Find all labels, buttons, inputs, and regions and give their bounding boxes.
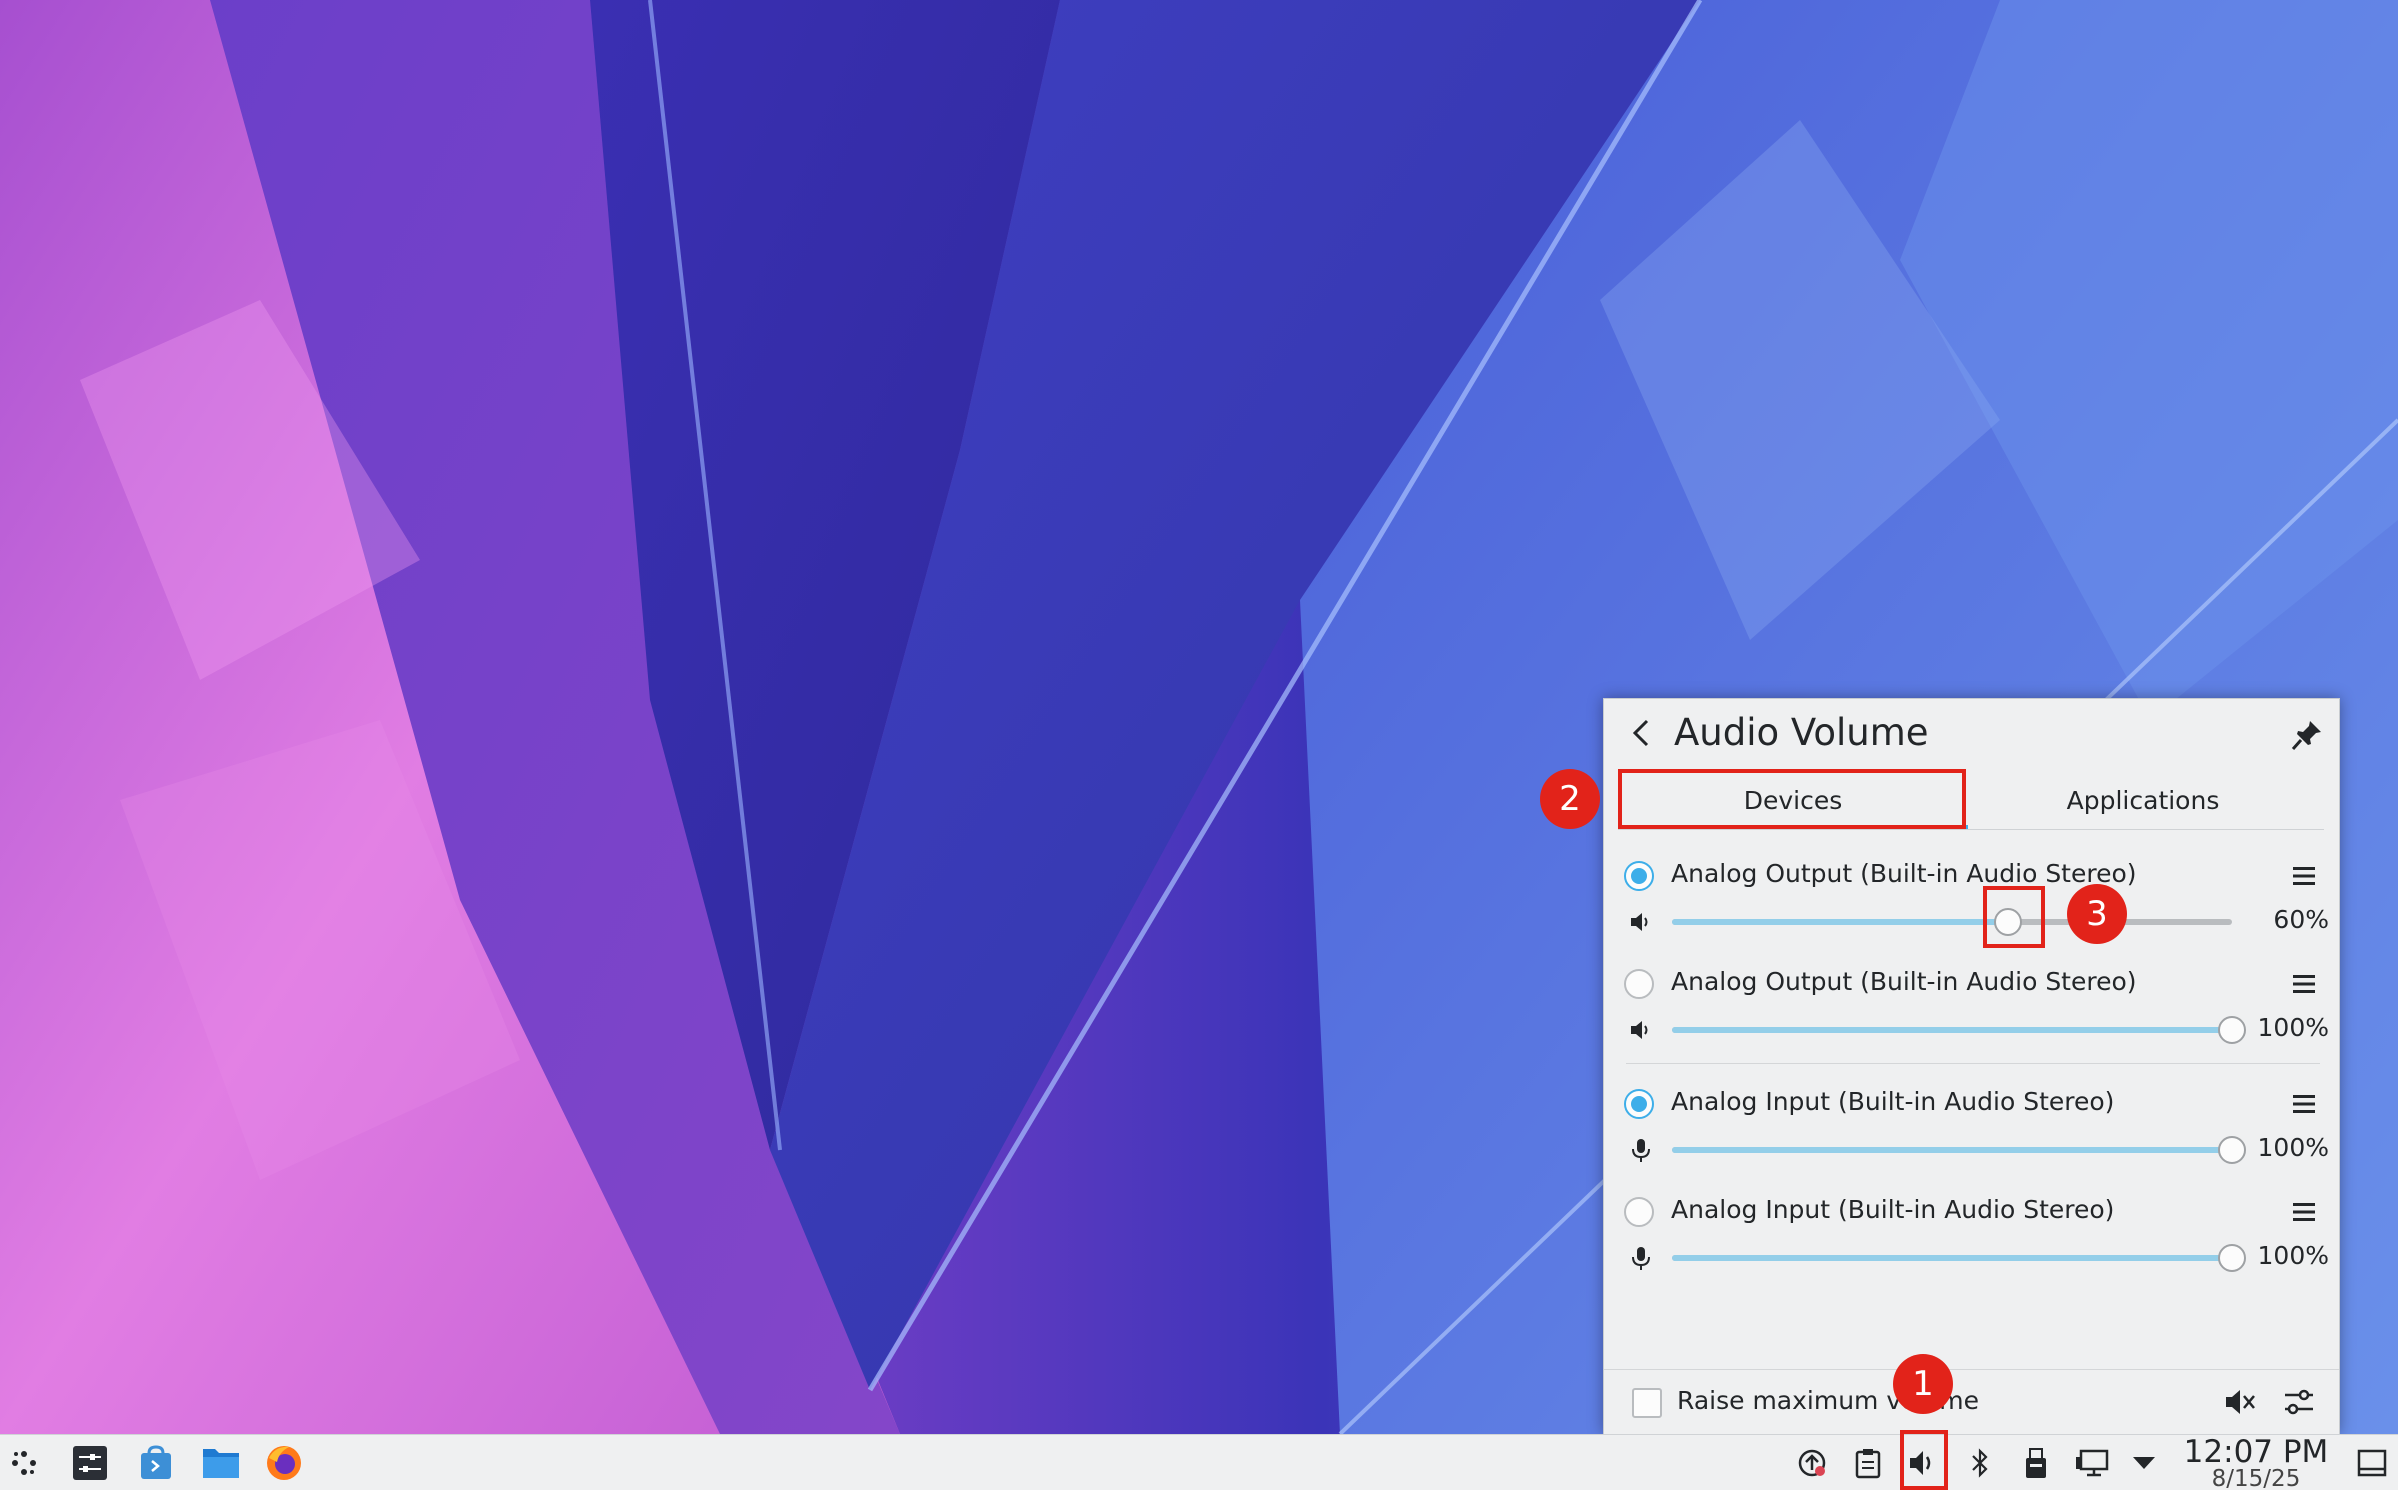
popup-header: Audio Volume [1604, 699, 2339, 769]
mute-all-button[interactable] [2219, 1382, 2259, 1422]
bluetooth-tray-button[interactable] [1962, 1445, 1998, 1481]
firefox-icon [267, 1446, 301, 1480]
annotation-box-devices-tab [1618, 769, 1966, 829]
slider-handle[interactable] [2218, 1244, 2246, 1272]
bluetooth-icon [1972, 1448, 1988, 1478]
slider-handle[interactable] [2218, 1136, 2246, 1164]
tab-divider [1618, 829, 2324, 830]
device-label: Analog Output (Built-in Audio Stereo) [1671, 967, 2137, 996]
expand-tray-button[interactable] [2126, 1445, 2162, 1481]
pin-icon [2291, 721, 2321, 750]
sliders-settings-icon [2285, 1389, 2313, 1415]
default-device-radio[interactable] [1624, 1197, 1654, 1227]
annotation-badge: 2 [1540, 769, 1600, 829]
pin-button[interactable] [2287, 715, 2327, 755]
popup-footer: Raise maximum volume [1604, 1369, 2339, 1435]
default-device-radio[interactable] [1624, 861, 1654, 891]
device-label: Analog Input (Built-in Audio Stereo) [1671, 1087, 2115, 1116]
network-icon [2076, 1449, 2109, 1477]
file-manager-launcher[interactable] [201, 1443, 241, 1483]
popup-title: Audio Volume [1674, 711, 1929, 754]
default-device-radio[interactable] [1624, 1089, 1654, 1119]
device-row: Analog Input (Built-in Audio Stereo) 100… [1604, 1183, 2341, 1291]
speaker-icon [1631, 913, 1648, 931]
device-menu-button[interactable] [2287, 859, 2321, 893]
device-row: Analog Output (Built-in Audio Stereo) 10… [1604, 955, 2341, 1063]
slider-fill [1672, 1147, 2232, 1153]
slider-fill [1672, 1255, 2232, 1261]
updates-icon [1798, 1449, 1826, 1477]
volume-slider[interactable] [1672, 1243, 2246, 1273]
volume-percentage: 100% [2257, 1133, 2329, 1162]
back-button[interactable] [1624, 715, 1660, 751]
annotation-badge: 1 [1893, 1354, 1953, 1414]
updates-tray-button[interactable] [1794, 1445, 1830, 1481]
tab-applications[interactable]: Applications [1968, 771, 2318, 829]
removable-device-icon [2026, 1448, 2046, 1478]
microphone-icon [1632, 1247, 1650, 1270]
annotation-box-slider-handle [1983, 886, 2045, 948]
audio-settings-button[interactable] [2279, 1382, 2319, 1422]
annotation-box-volume-tray [1900, 1430, 1948, 1490]
network-tray-button[interactable] [2074, 1445, 2110, 1481]
hamburger-menu-icon [2293, 867, 2315, 885]
digital-clock[interactable]: 12:07 PM 8/15/25 [2176, 1435, 2336, 1490]
slider-fill [1672, 1027, 2232, 1033]
device-menu-button[interactable] [2287, 1195, 2321, 1229]
slider-handle[interactable] [2218, 1016, 2246, 1044]
mute-toggle-button[interactable] [1626, 907, 1656, 937]
discover-launcher[interactable] [136, 1443, 176, 1483]
taskbar-panel: 12:07 PM 8/15/25 [0, 1434, 2398, 1490]
removable-devices-tray-button[interactable] [2018, 1445, 2054, 1481]
default-device-radio[interactable] [1624, 969, 1654, 999]
volume-slider[interactable] [1672, 1015, 2246, 1045]
slider-fill [1672, 919, 2008, 925]
speaker-muted-icon [2226, 1390, 2255, 1414]
hamburger-menu-icon [2293, 1203, 2315, 1221]
section-separator [1626, 1063, 2320, 1064]
system-settings-launcher[interactable] [70, 1443, 110, 1483]
device-row: Analog Output (Built-in Audio Stereo) 60… [1604, 847, 2341, 955]
discover-icon [141, 1445, 171, 1479]
volume-percentage: 100% [2257, 1013, 2329, 1042]
hamburger-menu-icon [2293, 975, 2315, 993]
clipboard-tray-button[interactable] [1850, 1445, 1886, 1481]
mute-toggle-button[interactable] [1626, 1243, 1656, 1273]
mute-toggle-button[interactable] [1626, 1015, 1656, 1045]
show-desktop-icon [2357, 1449, 2387, 1477]
device-menu-button[interactable] [2287, 1087, 2321, 1121]
hamburger-menu-icon [2293, 1095, 2315, 1113]
annotation-badge: 3 [2067, 884, 2127, 944]
speaker-icon [1631, 1021, 1648, 1039]
clock-date: 8/15/25 [2211, 1466, 2301, 1490]
clock-time: 12:07 PM [2183, 1434, 2329, 1470]
clipboard-icon [1855, 1449, 1881, 1479]
volume-slider[interactable] [1672, 907, 2232, 937]
firefox-launcher[interactable] [264, 1443, 304, 1483]
folder-icon [203, 1449, 239, 1478]
chevron-left-icon [1632, 719, 1649, 747]
system-settings-icon [73, 1446, 107, 1480]
show-desktop-button[interactable] [2354, 1445, 2390, 1481]
device-label: Analog Input (Built-in Audio Stereo) [1671, 1195, 2115, 1224]
chevron-down-icon [2133, 1457, 2155, 1469]
device-menu-button[interactable] [2287, 967, 2321, 1001]
device-row: Analog Input (Built-in Audio Stereo) 100… [1604, 1075, 2341, 1183]
application-launcher-button[interactable] [4, 1443, 44, 1483]
application-launcher-icon [12, 1451, 36, 1475]
microphone-icon [1632, 1139, 1650, 1162]
volume-percentage: 60% [2273, 905, 2329, 934]
volume-slider[interactable] [1672, 1135, 2246, 1165]
mute-toggle-button[interactable] [1626, 1135, 1656, 1165]
device-label: Analog Output (Built-in Audio Stereo) [1671, 859, 2137, 888]
raise-max-volume-checkbox[interactable] [1632, 1388, 1662, 1418]
volume-percentage: 100% [2257, 1241, 2329, 1270]
